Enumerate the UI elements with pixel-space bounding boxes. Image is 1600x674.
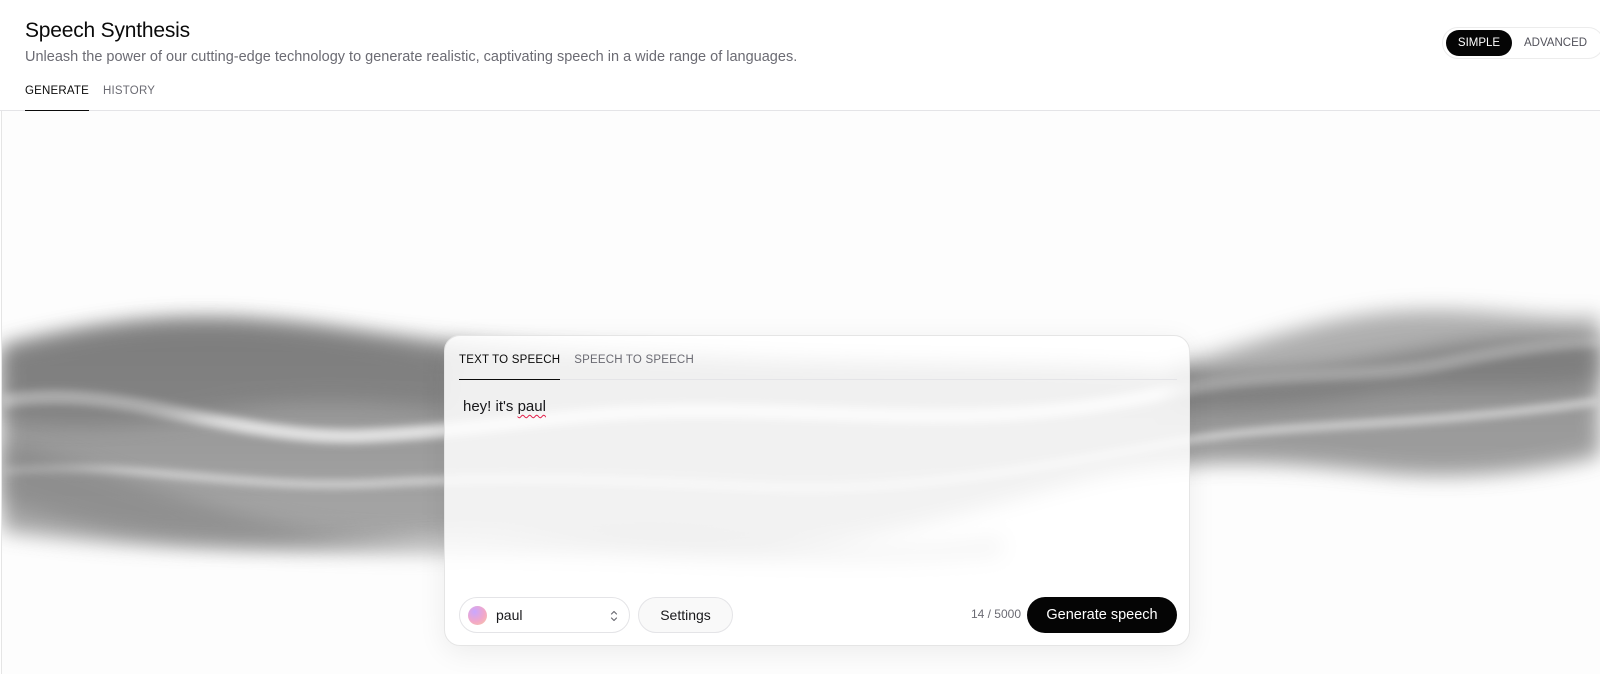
- settings-button[interactable]: Settings: [638, 597, 733, 633]
- character-count: 14 / 5000: [970, 607, 1021, 621]
- voice-select[interactable]: paul: [459, 597, 630, 633]
- page-subtitle: Unleash the power of our cutting-edge te…: [25, 49, 798, 65]
- main-tabs: GENERATE HISTORY: [25, 82, 155, 111]
- voice-avatar-icon: [468, 605, 487, 625]
- mode-toggle: SIMPLE ADVANCED: [1442, 27, 1600, 59]
- synthesis-card: TEXT TO SPEECH SPEECH TO SPEECH hey! it'…: [444, 335, 1190, 646]
- tab-speech-to-speech[interactable]: SPEECH TO SPEECH: [574, 336, 694, 380]
- generate-stage: TEXT TO SPEECH SPEECH TO SPEECH hey! it'…: [2, 111, 1600, 674]
- text-prefix: hey! it's: [463, 398, 518, 415]
- page-title: Speech Synthesis: [25, 19, 190, 42]
- speech-text-input[interactable]: hey! it's paul: [463, 398, 1163, 568]
- voice-name: paul: [496, 607, 523, 623]
- generate-speech-button[interactable]: Generate speech: [1027, 597, 1177, 633]
- tab-generate[interactable]: GENERATE: [25, 82, 90, 111]
- tab-text-to-speech[interactable]: TEXT TO SPEECH: [459, 336, 561, 380]
- misspelled-word: paul: [517, 398, 546, 415]
- mode-advanced-button[interactable]: ADVANCED: [1512, 30, 1587, 56]
- chevron-up-down-icon: [610, 610, 618, 622]
- mode-simple-button[interactable]: SIMPLE: [1446, 30, 1512, 56]
- tab-history[interactable]: HISTORY: [103, 82, 155, 111]
- card-tabs: TEXT TO SPEECH SPEECH TO SPEECH: [459, 336, 1177, 380]
- page-header: Speech Synthesis Unleash the power of ou…: [0, 0, 1600, 111]
